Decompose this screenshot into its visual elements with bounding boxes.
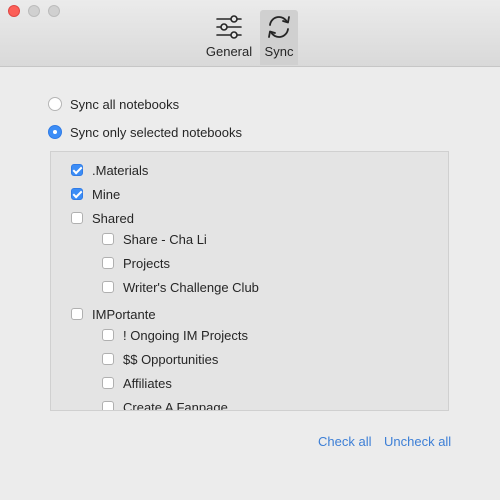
- notebook-item-materials[interactable]: .Materials: [71, 161, 148, 179]
- notebook-label: ! Ongoing IM Projects: [123, 327, 248, 343]
- notebook-item-projects[interactable]: Projects: [102, 254, 170, 272]
- notebook-item-ongoing-im-projects[interactable]: ! Ongoing IM Projects: [102, 326, 248, 344]
- notebook-item-writers-challenge-club[interactable]: Writer's Challenge Club: [102, 278, 259, 296]
- notebook-label: $$ Opportunities: [123, 351, 219, 367]
- sync-selected-label: Sync only selected notebooks: [70, 124, 242, 140]
- toolbar: General Sync: [0, 0, 500, 67]
- tab-general-label: General: [205, 44, 253, 59]
- notebook-label: Affiliates: [123, 375, 172, 391]
- close-window-button[interactable]: [8, 5, 20, 17]
- notebook-label: .Materials: [92, 162, 149, 178]
- notebook-item-mine[interactable]: Mine: [71, 185, 120, 203]
- checkbox[interactable]: [102, 353, 114, 365]
- zoom-window-button[interactable]: [48, 5, 60, 17]
- sync-all-option[interactable]: Sync all notebooks: [48, 94, 179, 114]
- checkbox[interactable]: [102, 257, 114, 269]
- notebook-item-create-a-fanpage[interactable]: Create A Fanpage: [102, 398, 228, 411]
- sliders-icon: [216, 15, 242, 39]
- sync-selected-option[interactable]: Sync only selected notebooks: [48, 122, 242, 142]
- checkbox[interactable]: [71, 308, 83, 320]
- check-all-link[interactable]: Check all: [318, 434, 371, 449]
- uncheck-all-link[interactable]: Uncheck all: [384, 434, 451, 449]
- sync-all-radio[interactable]: [48, 97, 62, 111]
- checkbox[interactable]: [71, 164, 83, 176]
- checkbox[interactable]: [102, 377, 114, 389]
- notebook-item-affiliates[interactable]: Affiliates: [102, 374, 172, 392]
- notebook-label: Share - Cha Li: [123, 231, 207, 247]
- notebook-label: Mine: [92, 186, 121, 202]
- checkbox[interactable]: [102, 281, 114, 293]
- tab-sync-label: Sync: [264, 44, 294, 59]
- notebook-label: Shared: [92, 210, 134, 226]
- minimize-window-button[interactable]: [28, 5, 40, 17]
- checkbox[interactable]: [102, 329, 114, 341]
- notebook-item-importante[interactable]: IMPortante: [71, 305, 156, 323]
- notebook-label: Create A Fanpage: [123, 399, 228, 411]
- notebook-label: Writer's Challenge Club: [123, 279, 259, 295]
- checkbox[interactable]: [71, 212, 83, 224]
- sync-selected-radio[interactable]: [48, 125, 62, 139]
- checkbox[interactable]: [71, 188, 83, 200]
- notebook-item-share-cha-li[interactable]: Share - Cha Li: [102, 230, 207, 248]
- notebook-item-opportunities[interactable]: $$ Opportunities: [102, 350, 218, 368]
- notebook-item-shared[interactable]: Shared: [71, 209, 134, 227]
- checkbox[interactable]: [102, 233, 114, 245]
- sync-icon: [268, 16, 290, 38]
- tab-sync[interactable]: Sync: [260, 10, 298, 65]
- tab-general[interactable]: General: [200, 10, 258, 65]
- notebook-label: IMPortante: [92, 306, 156, 322]
- checkbox[interactable]: [102, 401, 114, 410]
- notebook-label: Projects: [123, 255, 170, 271]
- sync-all-label: Sync all notebooks: [70, 96, 180, 112]
- notebook-list[interactable]: .Materials Mine Shared Share - Cha Li Pr…: [50, 151, 449, 411]
- preferences-window: General Sync Sync all notebooks Sync onl…: [0, 0, 500, 500]
